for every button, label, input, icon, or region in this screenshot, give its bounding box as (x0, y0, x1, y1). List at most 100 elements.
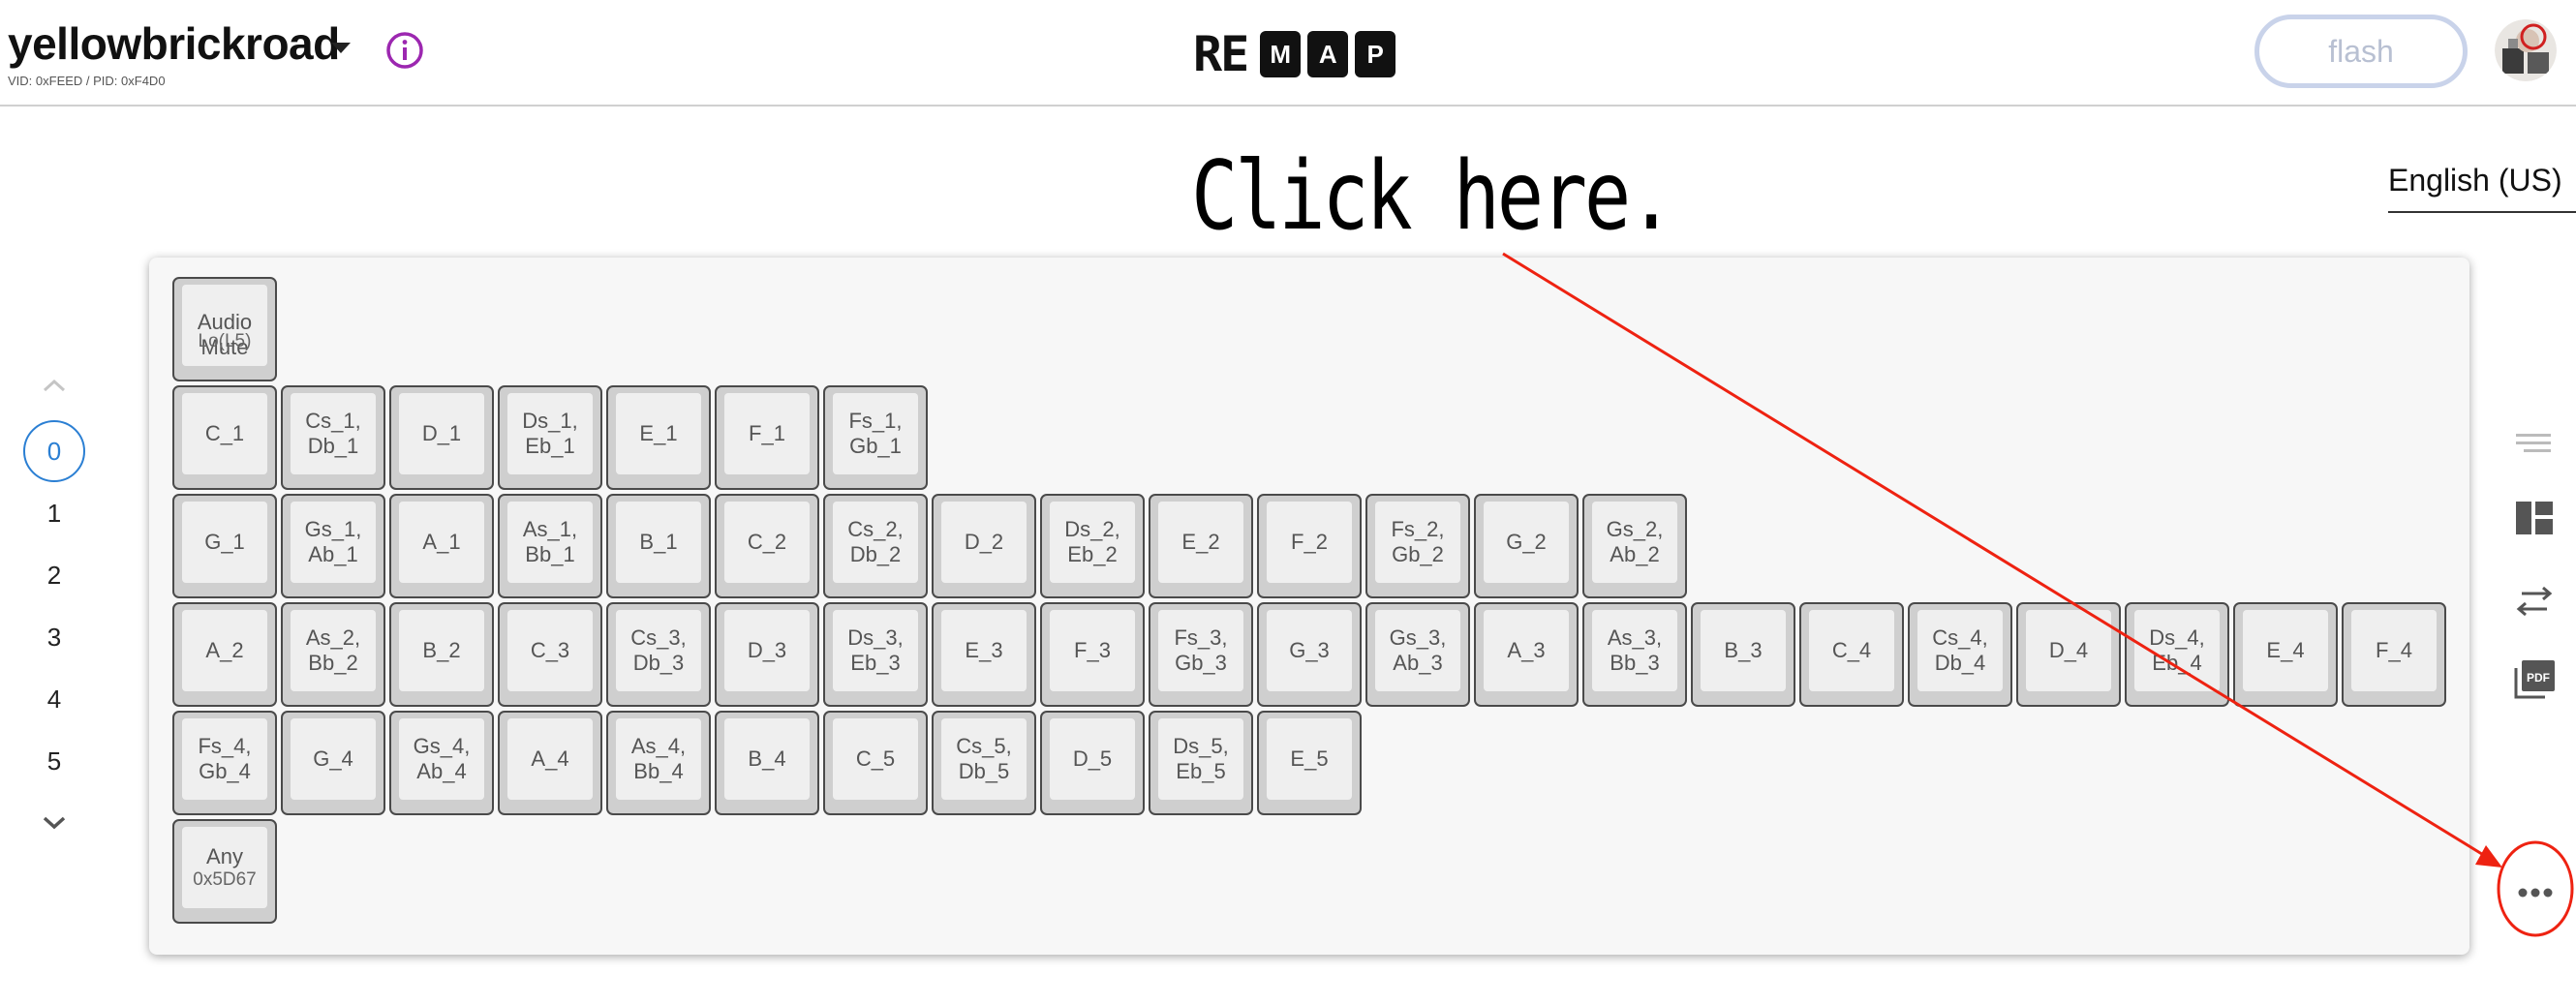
key-cap: F_4 (2351, 610, 2437, 691)
key-label: As_2, Bb_2 (305, 625, 361, 675)
key[interactable]: C_1 (172, 385, 277, 490)
key[interactable]: Gs_4, Ab_4 (389, 711, 494, 815)
key[interactable]: D_5 (1040, 711, 1145, 815)
key[interactable]: C_4 (1799, 602, 1904, 707)
chevron-down-icon[interactable] (37, 811, 72, 835)
layer-item-3[interactable]: 3 (23, 606, 85, 668)
key[interactable]: Fs_2, Gb_2 (1365, 494, 1470, 598)
user-avatar[interactable] (2495, 19, 2557, 81)
layer-item-2[interactable]: 2 (23, 544, 85, 606)
key-label: Cs_3, Db_3 (630, 625, 687, 675)
key-cap: Cs_5, Db_5 (941, 718, 1027, 800)
key[interactable]: F_2 (1257, 494, 1362, 598)
key-label: As_4, Bb_4 (630, 734, 687, 783)
keyboard-name[interactable]: yellowbrickroad (8, 17, 340, 70)
key-label: B_1 (639, 530, 678, 554)
pdf-icon[interactable]: PDF (2510, 655, 2559, 703)
key-cap: Ds_1, Eb_1 (507, 393, 593, 474)
key-label: E_5 (1290, 746, 1329, 771)
key[interactable]: A_2 (172, 602, 277, 707)
key[interactable]: As_1, Bb_1 (498, 494, 602, 598)
key[interactable]: C_3 (498, 602, 602, 707)
language-select[interactable]: English (US) (2388, 159, 2576, 213)
keyboard-menu-caret-icon[interactable] (331, 43, 351, 53)
key[interactable]: Fs_4, Gb_4 (172, 711, 277, 815)
key[interactable]: Fs_3, Gb_3 (1149, 602, 1253, 707)
key-cap: A_1 (399, 502, 484, 583)
key-cap: D_3 (724, 610, 810, 691)
key[interactable]: Cs_1, Db_1 (281, 385, 385, 490)
key[interactable]: Gs_3, Ab_3 (1365, 602, 1470, 707)
key[interactable]: C_2 (715, 494, 819, 598)
key[interactable]: Audio Mute Lo(L5) (172, 277, 277, 381)
key[interactable]: G_3 (1257, 602, 1362, 707)
key[interactable]: Gs_2, Ab_2 (1582, 494, 1687, 598)
key[interactable]: B_2 (389, 602, 494, 707)
key[interactable]: F_4 (2342, 602, 2446, 707)
key[interactable]: As_2, Bb_2 (281, 602, 385, 707)
key[interactable]: Ds_3, Eb_3 (823, 602, 928, 707)
key-cap: Fs_4, Gb_4 (182, 718, 267, 800)
key[interactable]: Ds_2, Eb_2 (1040, 494, 1145, 598)
key[interactable]: E_3 (932, 602, 1036, 707)
key[interactable]: Cs_2, Db_2 (823, 494, 928, 598)
key-cap: C_3 (507, 610, 593, 691)
layer-item-5[interactable]: 5 (23, 730, 85, 792)
key-cap: Fs_1, Gb_1 (833, 393, 918, 474)
key-sublabel: 0x5D67 (193, 869, 257, 890)
chevron-up-icon[interactable] (37, 374, 72, 397)
key-label: Gs_3, Ab_3 (1389, 625, 1447, 675)
key[interactable]: D_1 (389, 385, 494, 490)
key[interactable]: D_4 (2016, 602, 2121, 707)
key-label: C_3 (530, 638, 570, 662)
key-cap: B_4 (724, 718, 810, 800)
key[interactable]: A_4 (498, 711, 602, 815)
key[interactable]: G_2 (1474, 494, 1579, 598)
key[interactable]: As_3, Bb_3 (1582, 602, 1687, 707)
language-value: English (US) (2388, 163, 2562, 198)
key-cap: F_2 (1267, 502, 1352, 583)
layer-item-0[interactable]: 0 (23, 420, 85, 482)
key-cap: Ds_3, Eb_3 (833, 610, 918, 691)
key[interactable]: B_1 (606, 494, 711, 598)
key[interactable]: B_4 (715, 711, 819, 815)
layer-item-4[interactable]: 4 (23, 668, 85, 730)
key[interactable]: Gs_1, Ab_1 (281, 494, 385, 598)
svg-text:PDF: PDF (2527, 671, 2550, 685)
key[interactable]: D_2 (932, 494, 1036, 598)
key[interactable]: Any 0x5D67 (172, 819, 277, 924)
key[interactable]: B_3 (1691, 602, 1795, 707)
key[interactable]: E_2 (1149, 494, 1253, 598)
key[interactable]: A_3 (1474, 602, 1579, 707)
key[interactable]: D_3 (715, 602, 819, 707)
key[interactable]: E_5 (1257, 711, 1362, 815)
key[interactable]: G_4 (281, 711, 385, 815)
key[interactable]: G_1 (172, 494, 277, 598)
layer-item-1[interactable]: 1 (23, 482, 85, 544)
swap-arrows-icon[interactable] (2510, 577, 2559, 625)
key[interactable]: Cs_3, Db_3 (606, 602, 711, 707)
key-cap: E_4 (2243, 610, 2328, 691)
key[interactable]: Cs_5, Db_5 (932, 711, 1036, 815)
key[interactable]: As_4, Bb_4 (606, 711, 711, 815)
key-cap: Cs_3, Db_3 (616, 610, 701, 691)
flash-button[interactable]: flash (2254, 15, 2468, 88)
key[interactable]: F_1 (715, 385, 819, 490)
key[interactable]: A_1 (389, 494, 494, 598)
key[interactable]: Ds_5, Eb_5 (1149, 711, 1253, 815)
key-cap: A_4 (507, 718, 593, 800)
key[interactable]: F_3 (1040, 602, 1145, 707)
more-options-button[interactable] (2512, 869, 2559, 916)
notes-lines-icon[interactable] (2510, 420, 2559, 469)
key[interactable]: Ds_1, Eb_1 (498, 385, 602, 490)
key[interactable]: Fs_1, Gb_1 (823, 385, 928, 490)
key-label: A_1 (422, 530, 461, 554)
key[interactable]: E_4 (2233, 602, 2338, 707)
info-icon[interactable] (385, 31, 424, 70)
key[interactable]: Cs_4, Db_4 (1908, 602, 2012, 707)
key[interactable]: E_1 (606, 385, 711, 490)
layout-grid-icon[interactable] (2510, 494, 2559, 542)
key[interactable]: C_5 (823, 711, 928, 815)
key-label: C_4 (1831, 638, 1872, 662)
key[interactable]: Ds_4, Eb_4 (2125, 602, 2229, 707)
